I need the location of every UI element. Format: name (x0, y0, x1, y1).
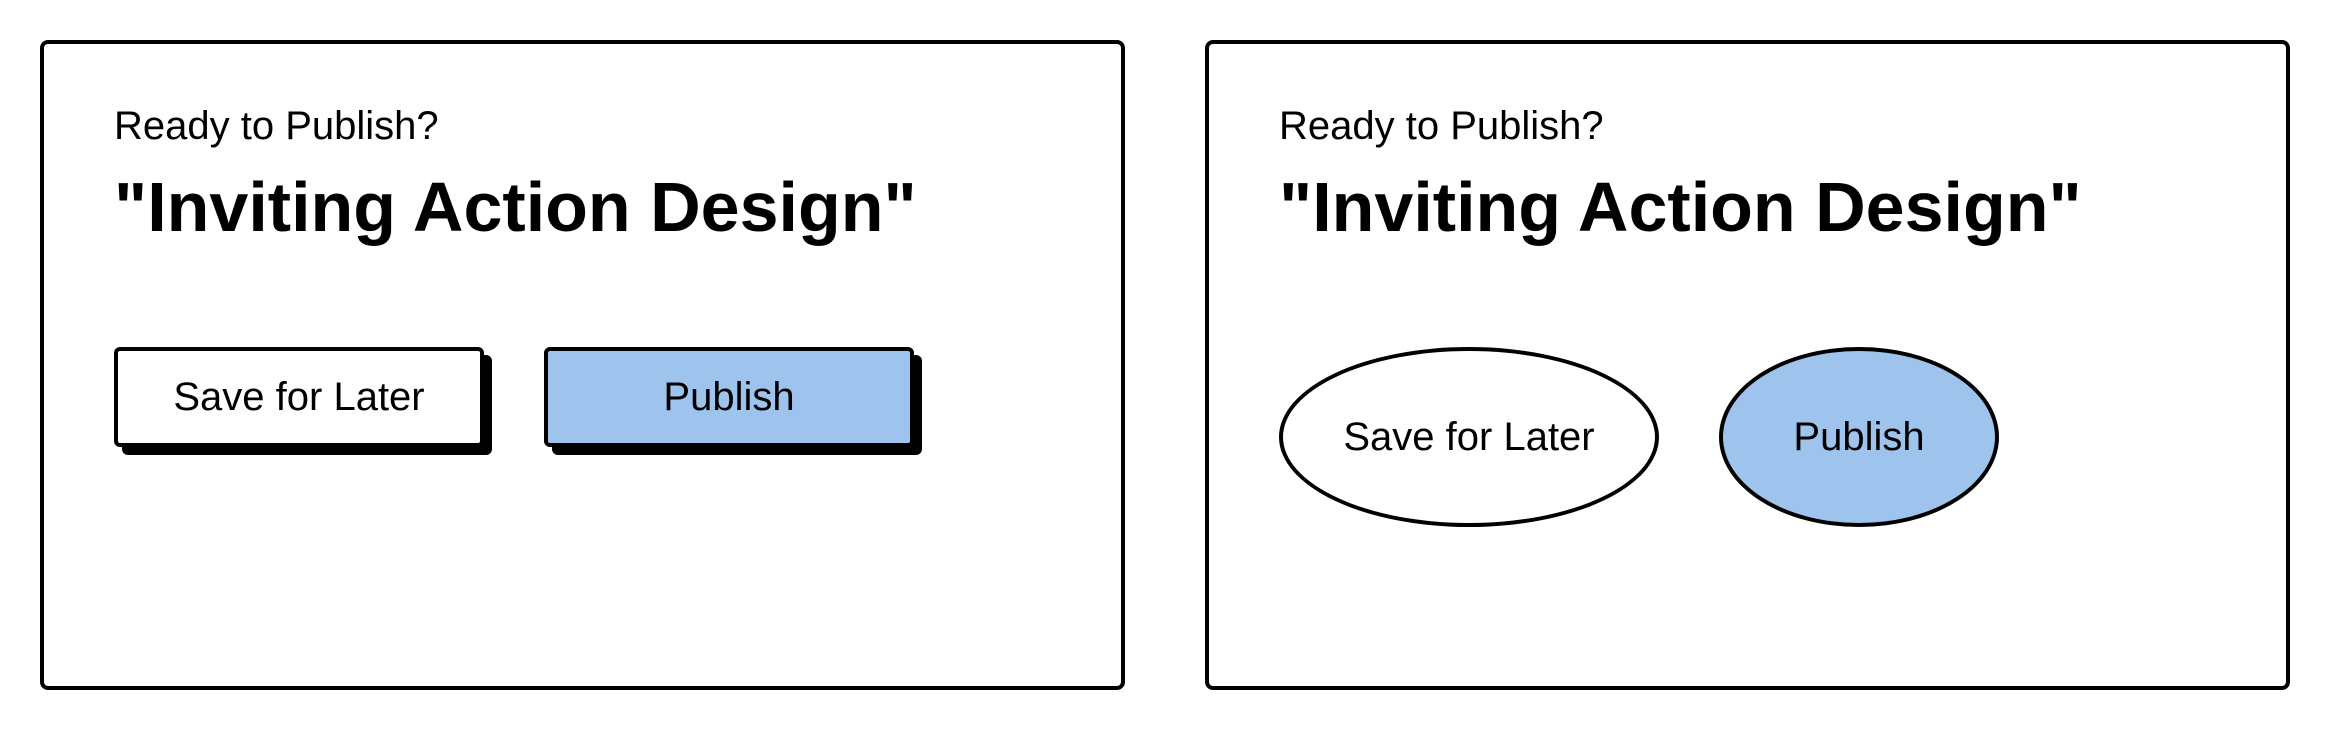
save-for-later-button[interactable]: Save for Later (1279, 347, 1659, 527)
publish-button[interactable]: Publish (544, 347, 914, 447)
prompt-text: Ready to Publish? (114, 104, 1051, 149)
dialog-rect-buttons: Ready to Publish? "Inviting Action Desig… (40, 40, 1125, 690)
save-for-later-label: Save for Later (173, 375, 424, 420)
save-for-later-button[interactable]: Save for Later (114, 347, 484, 447)
document-title: "Inviting Action Design" (114, 167, 1051, 247)
prompt-text: Ready to Publish? (1279, 104, 2216, 149)
publish-label: Publish (663, 375, 794, 420)
save-for-later-label: Save for Later (1343, 415, 1594, 460)
document-title: "Inviting Action Design" (1279, 167, 2216, 247)
dialog-ellipse-buttons: Ready to Publish? "Inviting Action Desig… (1205, 40, 2290, 690)
button-row: Save for Later Publish (1279, 347, 2216, 527)
publish-label: Publish (1793, 415, 1924, 460)
button-row: Save for Later Publish (114, 347, 1051, 447)
publish-button[interactable]: Publish (1719, 347, 1999, 527)
